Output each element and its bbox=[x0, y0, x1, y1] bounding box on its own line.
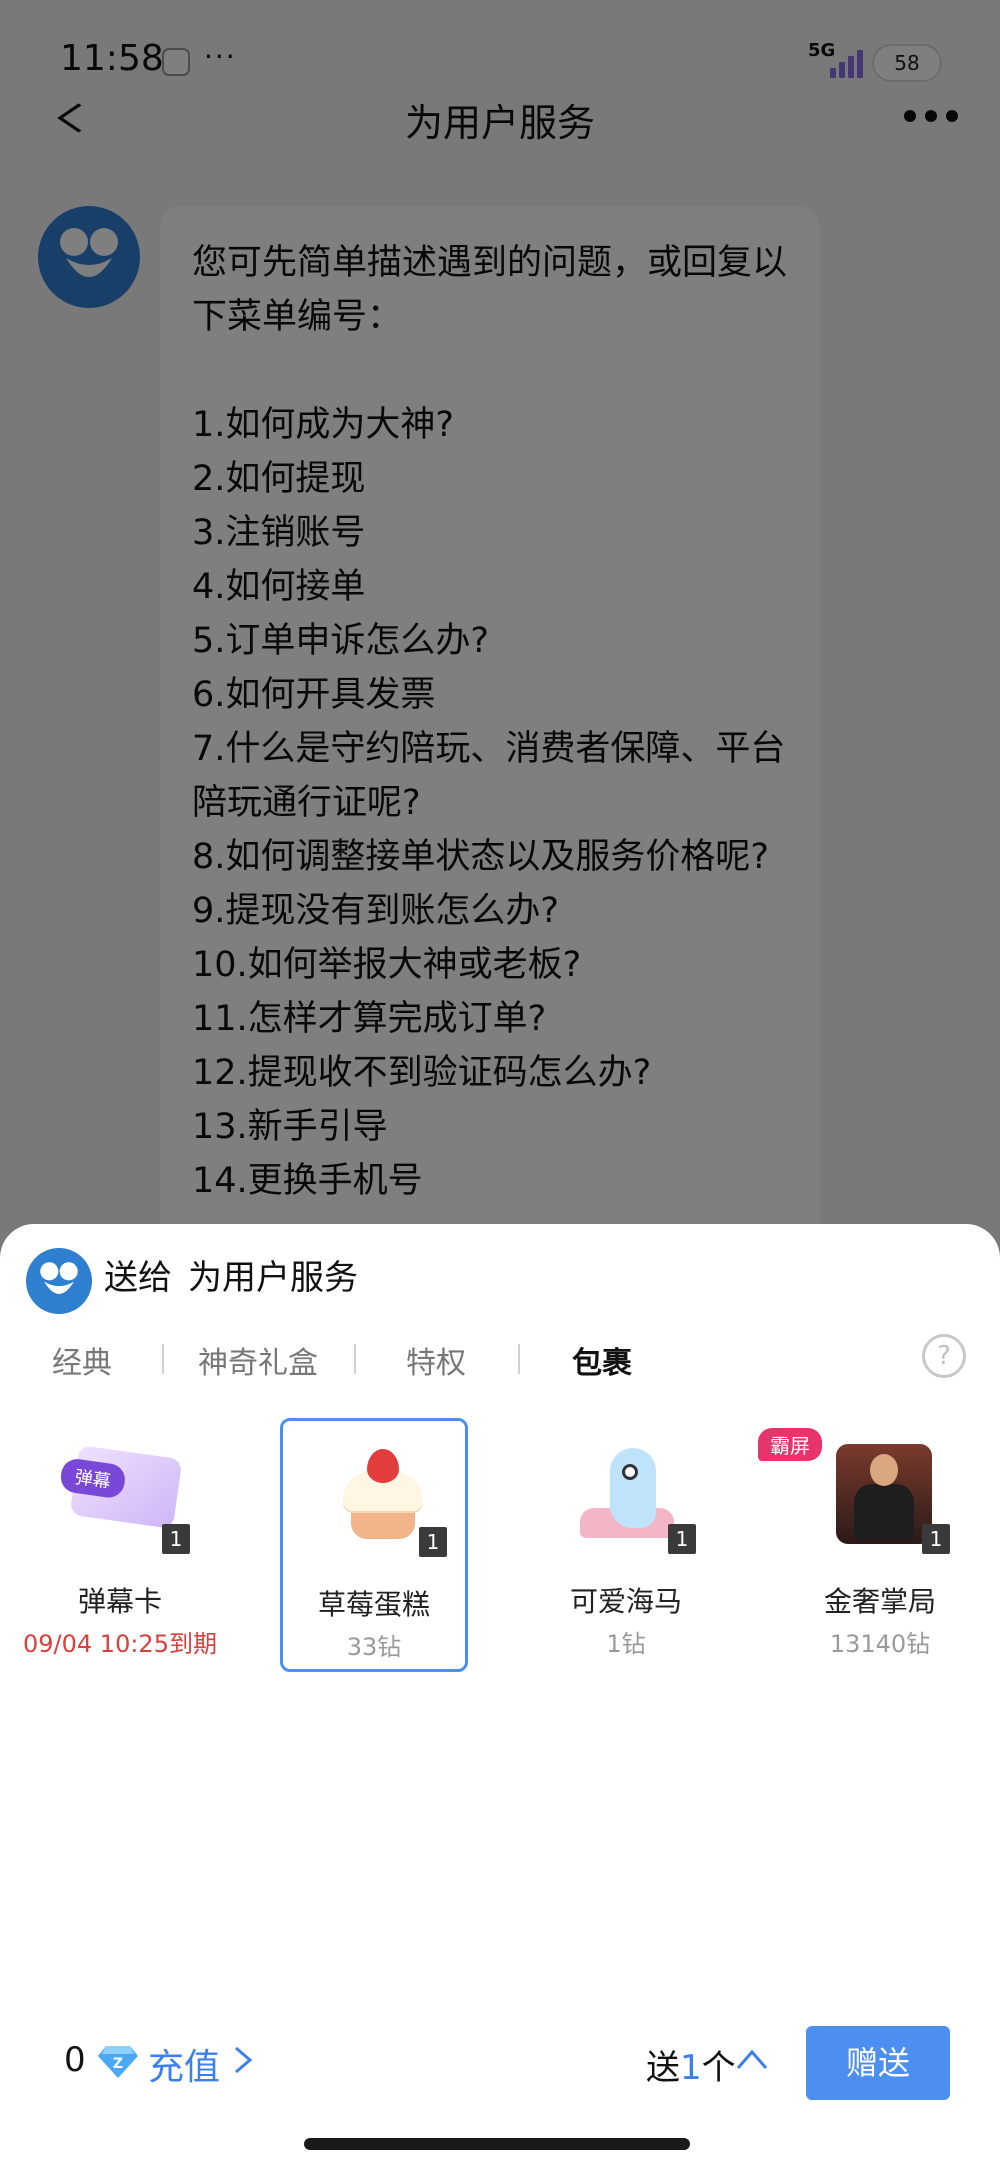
strawberry-cake-icon bbox=[327, 1441, 427, 1551]
help-icon[interactable]: ? bbox=[922, 1334, 966, 1378]
gift-price: 13140钻 bbox=[829, 1630, 931, 1658]
tab-divider bbox=[162, 1344, 164, 1374]
service-logo-icon bbox=[40, 1262, 78, 1294]
gift-name: 草莓蛋糕 bbox=[317, 1588, 430, 1621]
gift-name: 弹幕卡 bbox=[77, 1585, 162, 1618]
luxury-figure-icon bbox=[830, 1438, 932, 1548]
seahorse-icon bbox=[576, 1438, 676, 1548]
send-quantity[interactable]: 送1个 bbox=[646, 2040, 736, 2089]
gift-price: 33钻 bbox=[346, 1633, 402, 1661]
chevron-up-icon[interactable] bbox=[736, 2048, 768, 2070]
fullscreen-badge: 霸屏 bbox=[758, 1428, 822, 1461]
danmaku-card-icon: 弹幕 bbox=[58, 1438, 183, 1548]
gift-name: 金奢掌局 bbox=[823, 1585, 936, 1618]
gift-name: 可爱海马 bbox=[569, 1585, 682, 1618]
chevron-right-icon[interactable] bbox=[232, 2046, 254, 2074]
diamond-balance: 0 bbox=[64, 2040, 86, 2080]
tab-package[interactable]: 包裹 bbox=[572, 1338, 632, 1382]
send-prefix: 送 bbox=[646, 2048, 680, 2088]
gift-item-strawberry-cake[interactable]: 1 草莓蛋糕 33钻 bbox=[280, 1418, 468, 1672]
tab-classic[interactable]: 经典 bbox=[52, 1338, 112, 1382]
send-to-label: 送给 bbox=[104, 1258, 172, 1298]
recipient-name: 为用户服务 bbox=[188, 1258, 358, 1298]
diamond-icon: Z bbox=[98, 2046, 138, 2078]
gift-grid: 弹幕 1 弹幕卡 09/04 10:25到期 1 草莓蛋糕 33钻 1 可爱海马… bbox=[0, 1418, 1000, 1678]
tab-magic-box[interactable]: 神奇礼盒 bbox=[198, 1338, 318, 1382]
recipient-avatar bbox=[26, 1248, 92, 1314]
tab-divider bbox=[354, 1344, 356, 1374]
sheet-title: 送给 为用户服务 bbox=[104, 1250, 358, 1299]
svg-text:Z: Z bbox=[113, 2056, 123, 2072]
recharge-link[interactable]: 充值 bbox=[148, 2038, 220, 2090]
send-number: 1 bbox=[680, 2048, 702, 2088]
gift-expiry: 09/04 10:25到期 bbox=[23, 1630, 217, 1658]
gift-price: 1钻 bbox=[606, 1630, 646, 1658]
gift-item-seahorse[interactable]: 1 可爱海马 1钻 bbox=[532, 1418, 720, 1672]
home-indicator bbox=[304, 2138, 690, 2150]
gift-tabs: 经典 神奇礼盒 特权 包裹 ? bbox=[0, 1328, 1000, 1398]
gift-sheet: 送给 为用户服务 经典 神奇礼盒 特权 包裹 ? 弹幕 1 弹幕卡 09/04 1… bbox=[0, 1224, 1000, 2166]
gift-count: 1 bbox=[668, 1524, 696, 1554]
gift-count: 1 bbox=[419, 1527, 447, 1557]
gift-item-danmaku-card[interactable]: 弹幕 1 弹幕卡 09/04 10:25到期 bbox=[23, 1418, 217, 1672]
gift-count: 1 bbox=[922, 1524, 950, 1554]
gift-count: 1 bbox=[162, 1524, 190, 1554]
tab-divider bbox=[518, 1344, 520, 1374]
tab-privilege[interactable]: 特权 bbox=[406, 1338, 466, 1382]
gift-item-luxury-figure[interactable]: 霸屏 1 金奢掌局 13140钻 bbox=[758, 1418, 974, 1672]
send-gift-button[interactable]: 赠送 bbox=[806, 2026, 950, 2100]
send-unit: 个 bbox=[701, 2048, 736, 2088]
